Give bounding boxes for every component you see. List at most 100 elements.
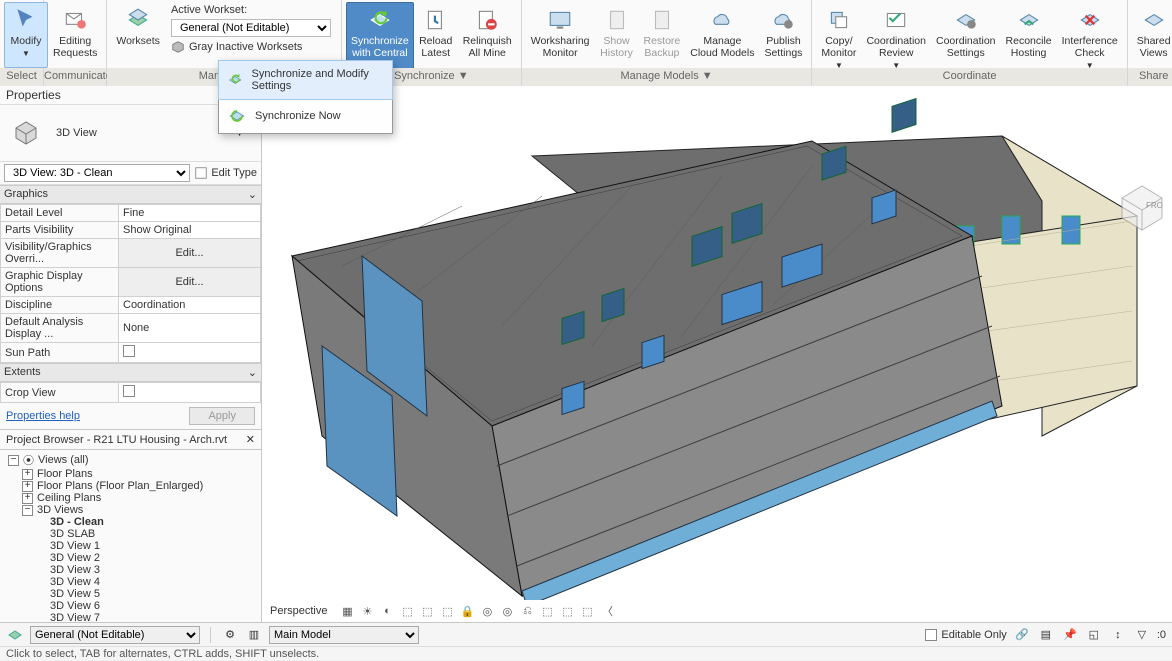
- relinquish-button[interactable]: Relinquish All Mine: [458, 2, 517, 73]
- tree-leaf[interactable]: 3D SLAB: [4, 528, 261, 540]
- copy-monitor-button[interactable]: Copy/ Monitor ▼: [816, 2, 861, 73]
- sel-count: :0: [1157, 629, 1166, 641]
- viewcube[interactable]: FRO: [1112, 176, 1172, 236]
- shared-icon: [1139, 5, 1169, 35]
- render-icon[interactable]: ⬚: [399, 603, 415, 619]
- view-instance-select[interactable]: 3D View: 3D - Clean: [4, 164, 190, 182]
- graphics-header: Graphics: [4, 188, 48, 201]
- crop-region-icon[interactable]: ⬚: [439, 603, 455, 619]
- prop-value[interactable]: Coordination: [119, 297, 261, 314]
- extents-header: Extents: [4, 366, 41, 379]
- editable-only-toggle[interactable]: Editable Only: [925, 629, 1006, 641]
- group-select: Select: [0, 68, 43, 86]
- reconcile-button[interactable]: Reconcile Hosting: [1001, 2, 1057, 73]
- copy-monitor-label: Copy/ Monitor: [821, 35, 856, 59]
- status-workset-select[interactable]: General (Not Editable): [30, 626, 200, 644]
- tree-leaf[interactable]: 3D View 4: [4, 576, 261, 588]
- group-coord: Coordinate: [812, 68, 1126, 86]
- coord-review-button[interactable]: Coordination Review ▼: [861, 2, 931, 73]
- tree-item[interactable]: +Ceiling Plans: [4, 492, 261, 504]
- prop-row: Sun Path: [1, 343, 261, 363]
- editable-only-label: Editable Only: [941, 629, 1006, 641]
- tree-label: 3D Views: [37, 504, 83, 516]
- tree-item[interactable]: +Floor Plans: [4, 468, 261, 480]
- select-pinned-icon[interactable]: 📌: [1061, 626, 1079, 644]
- select-face-icon[interactable]: ◱: [1085, 626, 1103, 644]
- tree-label: 3D View 5: [50, 588, 100, 600]
- viewport[interactable]: FRO Perspective ▦ ☀ ◐ ⬚ ⬚ ⬚ 🔒 ◎ ◎ ⎌ ⬚ ⬚ …: [262, 86, 1172, 622]
- gray-inactive-worksets[interactable]: Gray Inactive Worksets: [171, 40, 331, 54]
- show-history-button[interactable]: Show History: [595, 2, 639, 68]
- view-mode-label[interactable]: Perspective: [270, 605, 327, 617]
- manage-cloud-button[interactable]: Manage Cloud Models: [685, 2, 759, 68]
- sun-icon[interactable]: ☀: [359, 603, 375, 619]
- editing-requests-button[interactable]: Editing Requests: [48, 2, 102, 68]
- tree-leaf[interactable]: 3D View 2: [4, 552, 261, 564]
- select-underlay-icon[interactable]: ▤: [1037, 626, 1055, 644]
- workset-icon[interactable]: [6, 626, 24, 644]
- edit-button[interactable]: Edit...: [119, 268, 261, 297]
- crop-icon[interactable]: ⬚: [419, 603, 435, 619]
- reload-latest-button[interactable]: Reload Latest: [414, 2, 458, 73]
- lock-icon[interactable]: 🔒: [459, 603, 475, 619]
- interference-button[interactable]: Interference Check ▼: [1057, 2, 1123, 73]
- expand-icon[interactable]: ⌄: [248, 188, 257, 201]
- coord-review-icon: [881, 5, 911, 35]
- worksets-button[interactable]: Worksets: [111, 2, 165, 68]
- status-model-select[interactable]: Main Model: [269, 626, 419, 644]
- active-workset-label: Active Workset:: [171, 4, 247, 16]
- select-links-icon[interactable]: 🔗: [1013, 626, 1031, 644]
- tree-item[interactable]: −3D Views: [4, 504, 261, 516]
- interference-label: Interference Check: [1062, 35, 1118, 59]
- tree-label: 3D View 2: [50, 552, 100, 564]
- apply-button[interactable]: Apply: [189, 407, 255, 425]
- tree-leaf-active[interactable]: 3D - Clean: [4, 516, 261, 528]
- visual-style-icon[interactable]: ▦: [339, 603, 355, 619]
- prop-name: Sun Path: [1, 343, 119, 363]
- tree-label: 3D View 3: [50, 564, 100, 576]
- constraints-icon[interactable]: ⎌: [519, 603, 535, 619]
- properties-help-link[interactable]: Properties help: [0, 406, 86, 426]
- prop-value[interactable]: None: [119, 314, 261, 343]
- worksharing-monitor-button[interactable]: Worksharing Monitor: [526, 2, 595, 68]
- modify-button[interactable]: Modify ▼: [4, 2, 48, 68]
- hint-bar: Click to select, TAB for alternates, CTR…: [0, 646, 1172, 660]
- shadow-icon[interactable]: ◐: [379, 603, 395, 619]
- ws-monitor-label: Worksharing Monitor: [531, 35, 590, 59]
- design-options-icon[interactable]: ▥: [245, 626, 263, 644]
- render-settings-icon[interactable]: ⚙: [221, 626, 239, 644]
- tree-label: Floor Plans: [37, 468, 93, 480]
- 3d-model-canvas: [262, 86, 1172, 606]
- worksharing-display-icon[interactable]: ⬚: [539, 603, 555, 619]
- sync-now-item[interactable]: Synchronize Now: [219, 99, 392, 133]
- publish-settings-button[interactable]: Publish Settings: [759, 2, 807, 68]
- tree-leaf[interactable]: 3D View 5: [4, 588, 261, 600]
- tree-leaf[interactable]: 3D View 6: [4, 600, 261, 612]
- reveal-icon[interactable]: ◎: [499, 603, 515, 619]
- tree-root[interactable]: − ⦿ Views (all): [4, 452, 261, 468]
- prop-value[interactable]: Fine: [119, 205, 261, 222]
- highlight-icon[interactable]: ⬚: [579, 603, 595, 619]
- prop-checkbox[interactable]: [119, 343, 261, 363]
- coord-settings-button[interactable]: Coordination Settings: [931, 2, 1001, 73]
- filter-icon[interactable]: ▽: [1133, 626, 1151, 644]
- tree-item[interactable]: +Floor Plans (Floor Plan_Enlarged): [4, 480, 261, 492]
- tree-leaf[interactable]: 3D View 3: [4, 564, 261, 576]
- active-workset-select[interactable]: General (Not Editable): [171, 19, 331, 37]
- cursor-icon: [11, 5, 41, 35]
- tree-leaf[interactable]: 3D View 1: [4, 540, 261, 552]
- restore-backup-button[interactable]: Restore Backup: [639, 2, 686, 68]
- prop-checkbox[interactable]: [119, 383, 261, 403]
- svg-text:FRO: FRO: [1146, 201, 1163, 210]
- drag-icon[interactable]: ↕: [1109, 626, 1127, 644]
- edit-button[interactable]: Edit...: [119, 239, 261, 268]
- prop-value[interactable]: Show Original: [119, 222, 261, 239]
- sync-icon: [365, 5, 395, 35]
- close-icon[interactable]: ✕: [246, 433, 255, 446]
- analytical-icon[interactable]: ⬚: [559, 603, 575, 619]
- sync-modify-settings-item[interactable]: Synchronize and Modify Settings: [218, 60, 393, 100]
- temp-hide-icon[interactable]: ◎: [479, 603, 495, 619]
- shared-views-button[interactable]: Shared Views: [1132, 2, 1172, 68]
- expand-icon[interactable]: ⌄: [248, 366, 257, 379]
- edit-type-button[interactable]: Edit Type: [194, 166, 257, 180]
